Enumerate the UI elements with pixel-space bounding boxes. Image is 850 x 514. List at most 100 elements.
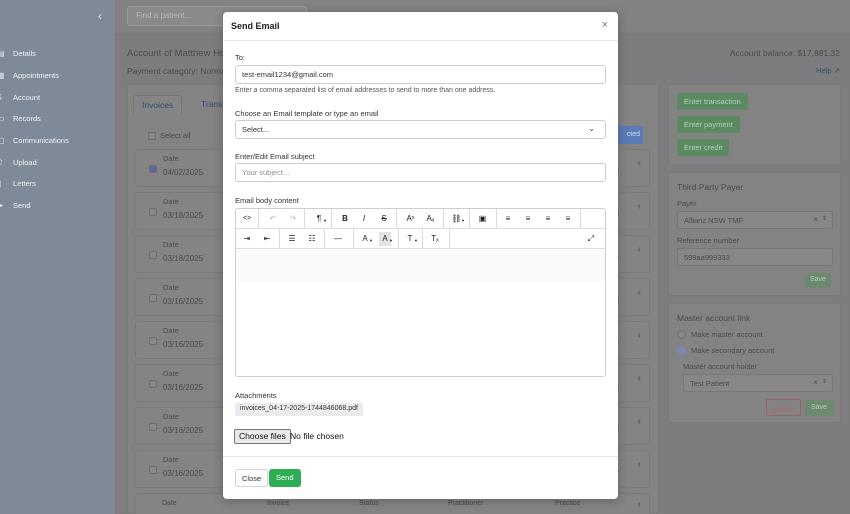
toolbar-divider <box>324 229 325 249</box>
date-label: Date <box>163 455 179 464</box>
toolbar-divider <box>353 229 354 249</box>
radio-button[interactable] <box>677 330 686 339</box>
enter-payment-button[interactable]: Enter payment <box>677 116 740 133</box>
chevron-left-icon[interactable]: ‹ <box>638 416 641 427</box>
chevron-left-icon[interactable]: ‹ <box>638 373 641 384</box>
strikethrough-icon[interactable]: S <box>378 212 390 226</box>
calendar-icon: ▦ <box>0 71 5 81</box>
row-checkbox[interactable] <box>149 294 157 302</box>
master-holder-select[interactable]: Test Patient × ⇕ <box>683 374 833 392</box>
sidebar-item-account[interactable]: $ Account <box>0 86 115 108</box>
link-icon[interactable]: ⛓ ▼ <box>450 212 465 226</box>
row-checkbox[interactable] <box>149 251 157 259</box>
toolbar-divider <box>304 209 305 229</box>
date-label: Date <box>163 283 179 292</box>
dollar-icon: $ <box>0 93 7 102</box>
date-value: 03/18/2025 <box>163 254 204 263</box>
master-save-button[interactable]: Save <box>805 400 833 416</box>
sidebar-item-send[interactable]: ➤ Send <box>0 195 115 217</box>
chevron-left-icon[interactable]: ‹ <box>638 244 641 255</box>
to-email-input[interactable]: test-email1234@gmail.com <box>235 65 606 84</box>
clear-format-icon[interactable]: Tₓ <box>429 232 441 246</box>
choose-files-button[interactable]: Choose files <box>234 429 291 444</box>
paragraph-icon[interactable]: ¶ ▼ <box>313 212 327 226</box>
align-center-icon[interactable]: ≡ <box>522 212 534 226</box>
attachment-chip[interactable]: invoices_04-17-2025-1744846068.pdf <box>235 403 363 416</box>
attachments-label: Attachments <box>235 391 277 400</box>
superscript-icon[interactable]: Aˣ <box>404 212 417 226</box>
row-checkbox[interactable] <box>149 423 157 431</box>
help-link[interactable]: Help ↗ <box>816 66 840 75</box>
email-body-editor[interactable] <box>236 250 605 376</box>
chevron-left-icon[interactable]: ‹ <box>638 499 641 510</box>
indent-icon[interactable]: ⇥ <box>241 232 253 246</box>
select-all[interactable]: Select all <box>148 131 190 140</box>
make-secondary-radio[interactable]: Make secondary account <box>677 346 774 355</box>
send-button[interactable]: Send <box>269 469 301 487</box>
outdent-icon[interactable]: ⇤ <box>261 232 273 246</box>
date-label: Date <box>163 197 179 206</box>
sidebar-item-communications[interactable]: ▢ Communications <box>0 130 115 152</box>
image-icon[interactable]: ▣ <box>476 212 489 226</box>
font-color-icon[interactable]: A ▼ <box>359 232 373 246</box>
chevron-left-icon[interactable]: ‹ <box>638 287 641 298</box>
subject-input[interactable]: Your subject... <box>235 163 606 182</box>
reference-input[interactable]: 599aa999333 <box>677 248 833 266</box>
row-checkbox[interactable] <box>149 337 157 345</box>
subscript-icon[interactable]: Aₓ <box>424 212 437 226</box>
unlink-button[interactable]: Unlink <box>766 399 801 416</box>
tab-invoices[interactable]: Invoices <box>133 95 183 114</box>
undo-icon[interactable]: ↶ <box>267 212 279 226</box>
document-icon: ▤ <box>0 49 5 59</box>
chevron-left-icon[interactable]: ‹ <box>638 459 641 470</box>
chevron-left-icon[interactable]: ‹ <box>98 9 102 23</box>
payer-select[interactable]: Allianz NSW TMF × ⇕ <box>677 211 833 229</box>
footer-invoice: Invoice <box>267 500 290 507</box>
chevron-left-icon[interactable]: ‹ <box>638 330 641 341</box>
sidebar-item-details[interactable]: ▤ Details <box>0 43 115 65</box>
align-justify-icon[interactable]: ≡ <box>562 212 574 226</box>
sidebar-item-appointments[interactable]: ▦ Appointments <box>0 65 115 87</box>
align-left-icon[interactable]: ≡ <box>502 212 514 226</box>
close-button[interactable]: Close <box>235 469 269 487</box>
template-select[interactable]: Select... ⌄ <box>235 120 606 139</box>
bold-icon[interactable]: B <box>339 212 351 226</box>
sidebar-item-label: Records <box>13 114 41 124</box>
row-checkbox[interactable] <box>149 208 157 216</box>
date-value: 03/18/2025 <box>163 211 204 220</box>
select-all-checkbox[interactable] <box>148 131 156 140</box>
sidebar-item-letters[interactable]: ▯ Letters <box>0 173 115 195</box>
font-size-icon[interactable]: T ▼ <box>404 232 418 246</box>
enter-transaction-button[interactable]: Enter transaction <box>677 93 748 110</box>
code-view-icon[interactable]: <> <box>241 212 253 226</box>
sidebar-item-upload[interactable]: ⇧ Upload <box>0 151 115 173</box>
enter-credit-button[interactable]: Enter credit <box>677 139 730 156</box>
numbered-list-icon[interactable]: ☷ <box>306 232 318 246</box>
toolbar-divider <box>279 229 280 249</box>
reference-label: Reference number <box>677 236 740 245</box>
chevron-left-icon[interactable]: ‹ <box>638 158 641 169</box>
horizontal-rule-icon[interactable]: — <box>332 232 344 246</box>
date-value: 03/16/2025 <box>163 340 204 349</box>
close-icon[interactable]: × <box>602 19 608 31</box>
redo-icon[interactable]: ↷ <box>287 212 299 226</box>
fullscreen-icon[interactable]: ⤢ <box>585 232 597 246</box>
chevron-left-icon[interactable]: ‹ <box>638 201 641 212</box>
row-checkbox[interactable] <box>149 165 157 173</box>
radio-button[interactable] <box>677 346 686 355</box>
italic-icon[interactable]: I <box>358 212 370 226</box>
sidebar-item-label: Upload <box>13 157 37 167</box>
make-master-radio[interactable]: Make master account <box>677 330 763 339</box>
subject-label: Enter/Edit Email subject <box>235 152 315 161</box>
clear-icon[interactable]: × <box>813 215 818 224</box>
sidebar-item-records[interactable]: ▭ Records <box>0 108 115 130</box>
row-checkbox[interactable] <box>149 466 157 474</box>
highlight-color-icon[interactable]: A ▼ <box>379 232 393 246</box>
clear-icon[interactable]: × <box>813 378 818 387</box>
align-right-icon[interactable]: ≡ <box>542 212 554 226</box>
third-party-save-button[interactable]: Save <box>805 273 831 288</box>
toolbar-divider <box>496 209 497 229</box>
bullet-list-icon[interactable]: ☰ <box>286 232 298 246</box>
row-checkbox[interactable] <box>149 380 157 388</box>
master-holder-label: Master account holder <box>683 362 758 371</box>
